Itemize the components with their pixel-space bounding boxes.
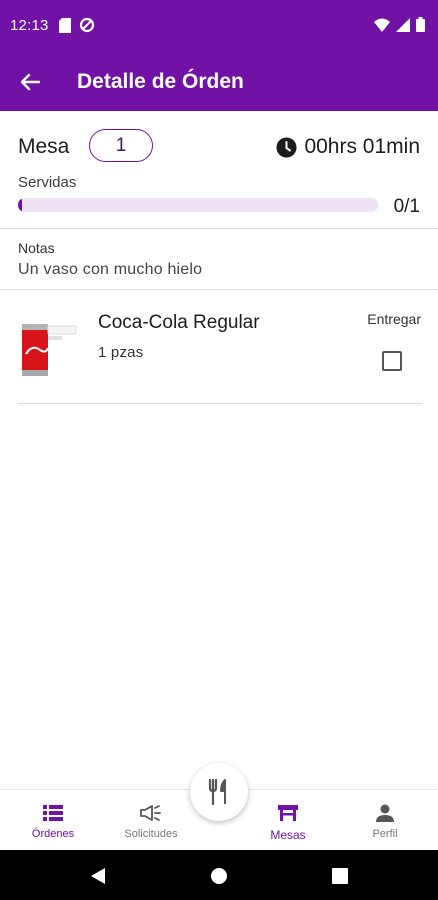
served-progress-bar: [18, 198, 378, 212]
nav-item-solicitudes[interactable]: Solicitudes: [106, 790, 196, 851]
nav-label: Mesas: [270, 828, 306, 842]
app-bar: Detalle de Órden: [0, 52, 438, 111]
status-right-icons: [374, 17, 425, 37]
signal-icon: [396, 17, 410, 37]
item-name: Coca-Cola Regular: [98, 312, 260, 333]
data-saver-icon: [79, 17, 95, 38]
served-count: 0/1: [393, 196, 420, 217]
megaphone-icon: [140, 802, 162, 824]
back-triangle-icon: [91, 868, 105, 884]
recents-square-icon: [332, 868, 348, 884]
status-bar: 12:13: [0, 0, 438, 52]
home-circle-icon: [211, 868, 227, 884]
deliver-checkbox[interactable]: [382, 351, 402, 371]
wifi-icon: [374, 18, 390, 37]
notes-label: Notas: [18, 240, 55, 256]
system-home-button[interactable]: [208, 865, 230, 887]
served-label: Servidas: [18, 174, 77, 191]
notes-text: Un vaso con mucho hielo: [18, 261, 203, 278]
status-time: 12:13: [10, 17, 49, 34]
table-number-chip: 1: [89, 129, 153, 162]
nav-item-perfil[interactable]: Perfil: [340, 790, 430, 851]
nav-item-mesas[interactable]: Mesas: [243, 790, 333, 851]
product-image: [18, 320, 80, 380]
divider: [0, 228, 438, 229]
system-recents-button[interactable]: [329, 865, 351, 887]
table-icon: [277, 802, 299, 824]
divider: [0, 289, 438, 290]
item-quantity: 1 pzas: [98, 344, 144, 361]
system-navigation-bar: [0, 850, 438, 900]
page-title: Detalle de Órden: [77, 70, 244, 93]
list-item: Coca-Cola Regular 1 pzas Entregar: [18, 296, 422, 404]
elapsed-time: 00hrs 01min: [304, 135, 420, 158]
system-back-button[interactable]: [87, 865, 109, 887]
nav-label: Órdenes: [31, 828, 75, 840]
nav-item-ordenes[interactable]: Órdenes: [8, 790, 98, 851]
status-left-icons: [59, 17, 95, 38]
battery-icon: [416, 17, 425, 37]
list-icon: [43, 802, 63, 824]
sd-card-icon: [59, 17, 71, 38]
back-button[interactable]: [14, 66, 46, 98]
arrow-back-icon: [20, 73, 40, 91]
table-label: Mesa: [18, 135, 70, 158]
person-icon: [375, 802, 395, 824]
deliver-label: Entregar: [367, 311, 421, 327]
nav-label: Perfil: [372, 828, 398, 840]
clock-icon: [276, 137, 297, 157]
nav-label: Solicitudes: [124, 828, 178, 840]
fork-knife-icon: [208, 779, 226, 805]
elapsed-timer: 00hrs 01min: [276, 135, 420, 159]
served-progress-fill: [18, 198, 22, 212]
fab-button[interactable]: [190, 763, 248, 821]
